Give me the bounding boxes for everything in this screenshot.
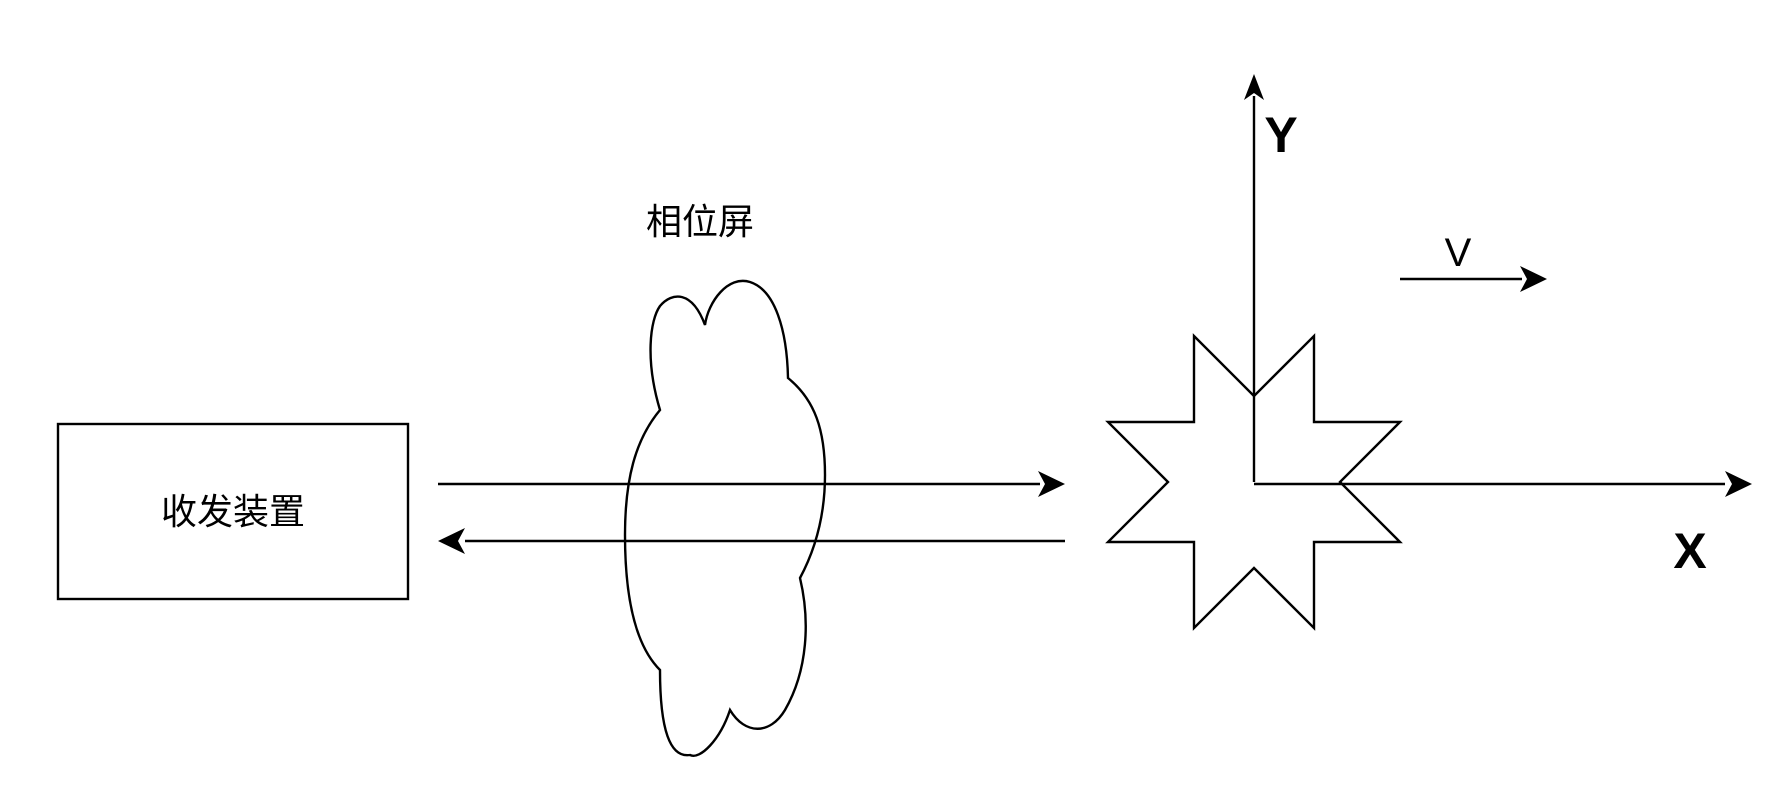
phase-screen-node: 相位屏 [623, 202, 827, 757]
transceiver-node: 收发装置 [56, 422, 410, 601]
forward-beam-arrow [438, 471, 1065, 497]
y-axis-label: Y [1264, 107, 1297, 163]
diagram-canvas: 收发装置 相位屏 Y X V [56, 74, 1752, 757]
x-axis: X [1254, 471, 1752, 579]
velocity-label: V [1445, 231, 1472, 275]
transceiver-label: 收发装置 [161, 492, 305, 533]
phase-screen-label: 相位屏 [646, 202, 754, 243]
phase-screen-cloud [623, 279, 827, 757]
return-beam-arrow [438, 528, 1065, 554]
y-axis: Y [1244, 74, 1298, 482]
x-axis-label: X [1673, 523, 1706, 579]
velocity-vector: V [1400, 231, 1547, 292]
